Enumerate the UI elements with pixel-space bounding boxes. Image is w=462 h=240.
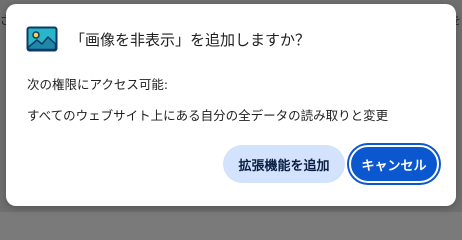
dialog-header: 「画像を非表示」を追加しますか？ [26,26,310,52]
add-extension-button[interactable]: 拡張機能を追加 [223,145,345,183]
dialog-title: 「画像を非表示」を追加しますか？ [70,30,311,49]
permissions-heading: 次の権限にアクセス可能: [27,77,169,92]
image-landscape-icon [26,26,58,52]
extension-install-dialog: 「画像を非表示」を追加しますか？ 次の権限にアクセス可能: すべてのウェブサイト… [6,4,456,206]
permission-item: すべてのウェブサイト上にある自分の全データの読み取りと変更 [27,108,389,123]
cancel-button[interactable]: キャンセル [349,145,439,183]
